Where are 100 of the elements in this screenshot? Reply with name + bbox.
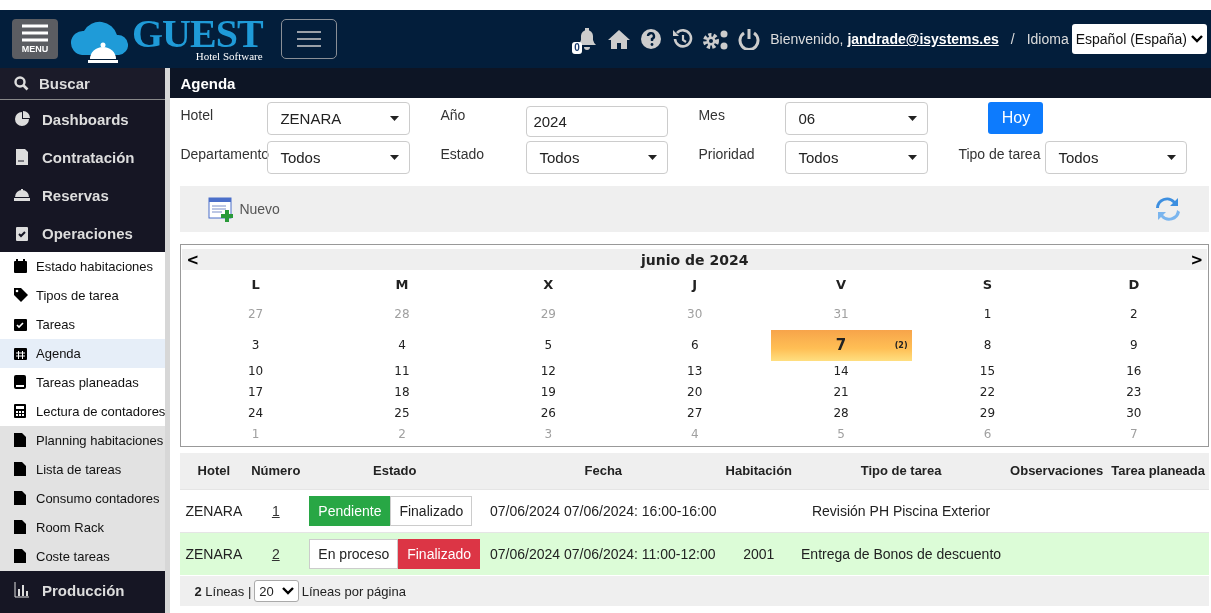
language-select[interactable]: Español (España): [1071, 24, 1207, 54]
notification-count: 0: [572, 42, 582, 54]
event-count: (2): [894, 340, 908, 352]
weekday-label: X: [542, 276, 555, 294]
sidebar-subitem[interactable]: Tareas planeadas: [0, 368, 166, 397]
caret-icon: [390, 155, 400, 160]
calendar-day[interactable]: 20: [684, 382, 706, 403]
caret-icon: [1167, 155, 1177, 160]
task-number-link[interactable]: 2: [271, 545, 280, 562]
page-size-select[interactable]: 20: [254, 580, 299, 602]
dropdown[interactable]: Todos: [267, 141, 411, 174]
sidebar-item[interactable]: Producción: [0, 571, 166, 609]
column-header: Observaciones: [1006, 453, 1108, 489]
calendar-day[interactable]: 28: [830, 403, 852, 424]
calendar-day[interactable]: 13: [684, 361, 706, 382]
calendar-day[interactable]: 27: [684, 403, 706, 424]
table-cell: 2001: [721, 532, 797, 575]
calendar-day[interactable]: 17: [244, 382, 267, 403]
sidebar-item[interactable]: Contratación: [0, 138, 166, 176]
calendar-day[interactable]: 29: [976, 403, 999, 424]
calendar-day[interactable]: 9: [1127, 330, 1141, 361]
calendar-day[interactable]: 15: [976, 361, 999, 382]
menu-button[interactable]: MENU: [12, 19, 58, 59]
document-icon: [14, 149, 30, 165]
table-row[interactable]: ZENARA 2 En proceso Finalizado 07/06/2024 07/06/2024: 11:00-12:00 2001 Entrega de Bonos de descuento: [180, 532, 1209, 575]
navbar-toggle-button[interactable]: [280, 19, 337, 59]
next-month-link[interactable]: >: [1190, 250, 1203, 269]
calendar-day[interactable]: 4: [395, 330, 409, 361]
calendar-day[interactable]: 1: [980, 299, 995, 330]
today-button[interactable]: Hoy: [988, 102, 1044, 134]
calendar-day[interactable]: 22: [976, 382, 999, 403]
sidebar-subitem[interactable]: Lectura de contadores: [0, 397, 166, 426]
status-button[interactable]: Finalizado: [398, 538, 480, 569]
calendar-day[interactable]: 14: [830, 361, 852, 382]
chevron-down-icon: [1191, 35, 1203, 43]
sidebar-subitem[interactable]: Coste tareas: [0, 542, 166, 571]
previous-month-link[interactable]: <: [186, 250, 199, 269]
calendar-day[interactable]: 6: [687, 330, 702, 361]
sidebar-subitem[interactable]: Room Rack: [0, 513, 166, 542]
sidebar-subitem[interactable]: Agenda: [0, 339, 166, 368]
column-header: Estado: [304, 453, 485, 489]
task-number-link[interactable]: 1: [271, 502, 280, 519]
dropdown[interactable]: Todos: [526, 141, 669, 174]
calendar-day[interactable]: 12: [537, 361, 559, 382]
sidebar-item[interactable]: Operaciones: [0, 214, 166, 252]
notification-button[interactable]: 0: [574, 26, 599, 52]
calendar-day[interactable]: 8: [980, 330, 995, 361]
table-cell: 07/06/2024 07/06/2024: 11:00-12:00: [485, 532, 722, 575]
calendar-day[interactable]: 26: [537, 403, 559, 424]
calendar-day[interactable]: 18: [391, 382, 413, 403]
sidebar-subitem[interactable]: Tareas: [0, 310, 166, 339]
dropdown[interactable]: Todos: [785, 141, 929, 174]
sidebar-subitem[interactable]: Consumo contadores: [0, 484, 166, 513]
help-icon[interactable]: [640, 28, 663, 50]
calendar-day[interactable]: 10: [244, 361, 267, 382]
calendar-day[interactable]: 2: [1127, 299, 1141, 330]
calendar-day[interactable]: 24: [244, 403, 267, 424]
home-icon[interactable]: [607, 28, 632, 50]
search-item[interactable]: Buscar: [0, 68, 166, 100]
sidebar-subitem[interactable]: Planning habitaciones: [0, 426, 166, 455]
status-button[interactable]: En proceso: [309, 538, 399, 569]
dropdown[interactable]: 06: [785, 102, 929, 135]
dropdown[interactable]: ZENARA: [267, 102, 411, 135]
weekday-label: S: [981, 276, 994, 294]
hamburger-icon: [296, 30, 321, 48]
column-header: Tarea planeada: [1107, 453, 1209, 489]
calendar-day[interactable]: 30: [1123, 403, 1145, 424]
dropdown[interactable]: Todos: [1045, 141, 1188, 174]
sidebar-subitem[interactable]: Tipos de tarea: [0, 281, 166, 310]
selected-day[interactable]: 7 (2): [770, 330, 912, 361]
calendar-day[interactable]: 23: [1123, 382, 1145, 403]
calendar-day[interactable]: 25: [391, 403, 413, 424]
new-document-icon: [208, 196, 235, 222]
calendar-day[interactable]: 3: [248, 330, 263, 361]
sidebar-subitem[interactable]: Estado habitaciones: [0, 252, 166, 281]
power-icon[interactable]: [738, 28, 761, 50]
calendar-day[interactable]: 19: [537, 382, 559, 403]
new-button[interactable]: Nuevo: [208, 196, 280, 222]
chevron-down-icon: [281, 587, 294, 595]
sidebar-item[interactable]: Dashboards: [0, 100, 166, 138]
refresh-icon[interactable]: [1155, 196, 1181, 222]
filter-label: Año: [439, 106, 467, 125]
sidebar-subitem[interactable]: Lista de tareas: [0, 455, 166, 484]
page-title: Agenda: [170, 68, 1211, 98]
service-bell-icon: [14, 189, 30, 201]
logo-title: GUEST: [132, 16, 263, 51]
year-input-field[interactable]: 2024: [526, 106, 669, 137]
column-header: Habitación: [721, 453, 797, 489]
logo-subtitle: Hotel Software: [195, 50, 263, 62]
column-header: Fecha: [485, 453, 722, 489]
calendar-day[interactable]: 21: [830, 382, 852, 403]
table-cell: ZENARA: [180, 532, 248, 575]
weekday-label: V: [835, 276, 848, 294]
history-icon[interactable]: [671, 28, 694, 50]
calendar-day[interactable]: 11: [391, 361, 413, 382]
sidebar-item[interactable]: Reservas: [0, 176, 166, 214]
calendar-day[interactable]: 16: [1123, 361, 1145, 382]
user-link[interactable]: jandrade@isystems.es: [847, 31, 999, 47]
calendar-day[interactable]: 5: [541, 330, 556, 361]
status-button[interactable]: Finalizado: [390, 495, 473, 526]
